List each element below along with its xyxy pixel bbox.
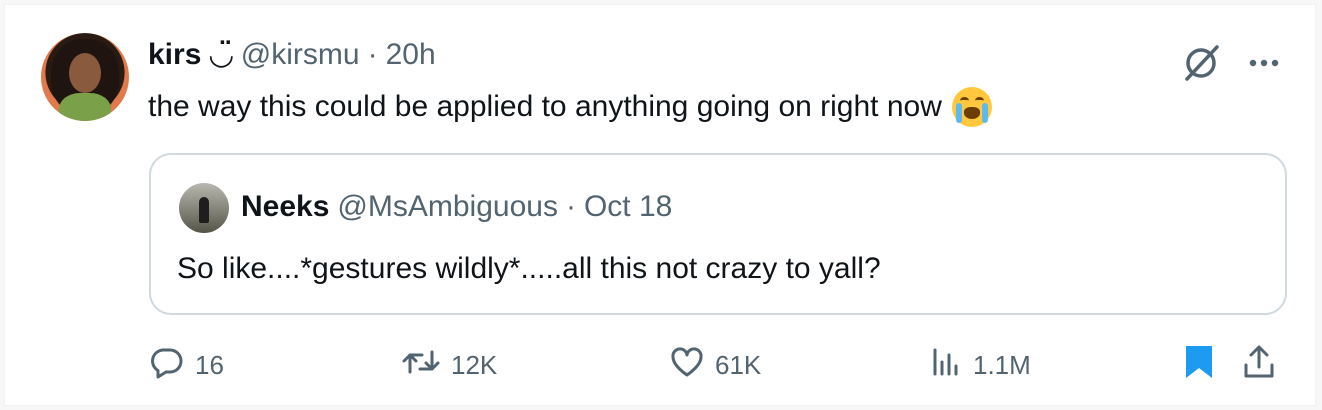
tweet-body: the way this could be applied to anythin… xyxy=(148,90,942,123)
reply-icon xyxy=(149,344,185,387)
like-icon xyxy=(669,344,705,387)
quoted-author-handle[interactable]: @MsAmbiguous xyxy=(337,187,558,227)
views-count: 1.1M xyxy=(973,349,1031,380)
share-icon xyxy=(1241,343,1277,388)
reply-button[interactable]: 16 xyxy=(149,341,224,389)
author-handle[interactable]: @kirsmu xyxy=(241,35,360,75)
bookmark-button[interactable] xyxy=(1183,341,1215,389)
tweet-header: kirs ◡̈ @kirsmu · 20h xyxy=(148,35,436,75)
repost-count: 12K xyxy=(451,349,498,380)
more-icon[interactable] xyxy=(1249,58,1279,68)
quoted-author-name[interactable]: Neeks xyxy=(241,187,329,227)
grok-icon[interactable] xyxy=(1179,41,1223,85)
tweet-timestamp[interactable]: 20h xyxy=(386,35,436,75)
tweet-text: the way this could be applied to anythin… xyxy=(148,85,992,129)
author-avatar[interactable] xyxy=(41,33,129,121)
share-button[interactable] xyxy=(1241,341,1277,389)
reply-count: 16 xyxy=(195,349,224,380)
quoted-tweet-header: Neeks @MsAmbiguous · Oct 18 xyxy=(241,187,672,227)
separator-dot: · xyxy=(367,38,378,71)
views-button[interactable]: 1.1M xyxy=(927,341,1031,389)
tweet-action-bar: 16 12K 61K 1.1M xyxy=(149,341,1289,389)
quoted-tweet-date[interactable]: Oct 18 xyxy=(584,187,672,227)
views-icon xyxy=(927,344,963,387)
separator-dot: · xyxy=(565,190,576,223)
author-name[interactable]: kirs ◡̈ xyxy=(148,35,233,75)
repost-icon xyxy=(401,344,441,387)
loudly-crying-face-icon xyxy=(951,87,992,127)
quoted-tweet-text: So like....*gestures wildly*.....all thi… xyxy=(177,252,881,285)
quoted-author-avatar[interactable] xyxy=(179,183,229,233)
like-button[interactable]: 61K xyxy=(669,341,761,389)
like-count: 61K xyxy=(715,349,762,380)
tweet-card: kirs ◡̈ @kirsmu · 20h the way this could… xyxy=(4,4,1316,406)
repost-button[interactable]: 12K xyxy=(401,341,497,389)
quoted-tweet[interactable]: Neeks @MsAmbiguous · Oct 18 So like....*… xyxy=(149,153,1287,315)
tweet-top-actions xyxy=(1179,41,1279,85)
bookmark-icon xyxy=(1183,343,1215,388)
